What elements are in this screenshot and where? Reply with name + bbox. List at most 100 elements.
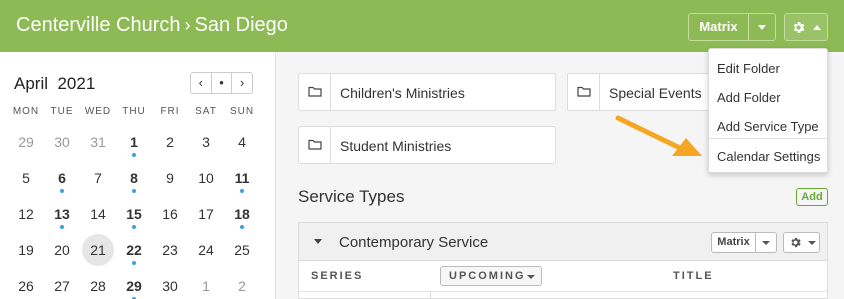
folder-icon-cell (568, 74, 600, 110)
prev-month-button[interactable]: ‹ (191, 73, 211, 93)
gear-icon (793, 22, 805, 33)
settings-dropdown-menu: Edit Folder Add Folder Add Service Type … (708, 48, 828, 173)
calendar-day[interactable]: 30 (46, 126, 78, 158)
calendar-day[interactable]: 29 (10, 126, 42, 158)
breadcrumb-separator: › (184, 15, 191, 35)
column-header-upcoming[interactable]: UPCOMING (440, 266, 542, 286)
weekday-header: FRI (160, 106, 180, 117)
upcoming-label: UPCOMING (449, 270, 526, 282)
calendar-day[interactable]: 11 (226, 162, 258, 194)
service-matrix-button[interactable]: Matrix (711, 232, 756, 253)
calendar-day-number: 30 (162, 278, 178, 294)
calendar-day-number: 30 (54, 134, 70, 150)
menu-item-add-service-type[interactable]: Add Service Type (717, 119, 819, 134)
matrix-button[interactable]: Matrix (688, 13, 748, 41)
calendar-day[interactable]: 10 (190, 162, 222, 194)
calendar-day[interactable]: 1 (118, 126, 150, 158)
calendar-day[interactable]: 20 (46, 234, 78, 266)
calendar-day[interactable]: 13 (46, 198, 78, 230)
calendar-day-number: 25 (234, 242, 250, 258)
folder-icon (577, 86, 591, 97)
weekday-header: THU (122, 106, 146, 117)
folder-label: Student Ministries (340, 138, 452, 154)
event-dot-icon (132, 153, 136, 157)
event-dot-icon (132, 261, 136, 265)
service-type-name[interactable]: Contemporary Service (339, 234, 488, 251)
calendar-day[interactable]: 15 (118, 198, 150, 230)
folder-special-events[interactable]: Special Events (567, 73, 710, 111)
chevron-down-icon (762, 241, 770, 245)
calendar-day[interactable]: 8 (118, 162, 150, 194)
calendar-day[interactable]: 9 (154, 162, 186, 194)
column-header-series[interactable]: SERIES (311, 270, 363, 282)
calendar-day[interactable]: 21 (82, 234, 114, 266)
calendar-day[interactable]: 2 (154, 126, 186, 158)
column-header-title[interactable]: TITLE (673, 270, 714, 282)
menu-item-add-folder[interactable]: Add Folder (717, 90, 781, 105)
calendar-day[interactable]: 16 (154, 198, 186, 230)
calendar-day[interactable]: 22 (118, 234, 150, 266)
calendar-day[interactable]: 23 (154, 234, 186, 266)
settings-menu-button[interactable] (784, 13, 828, 41)
service-type-header: Contemporary Service Matrix (299, 223, 827, 261)
menu-item-edit-folder[interactable]: Edit Folder (717, 61, 780, 76)
calendar-day[interactable]: 17 (190, 198, 222, 230)
calendar-day[interactable]: 25 (226, 234, 258, 266)
add-service-type-button[interactable]: Add (796, 188, 828, 206)
calendar-day-number: 29 (18, 134, 34, 150)
calendar-day[interactable]: 4 (226, 126, 258, 158)
calendar-day[interactable]: 18 (226, 198, 258, 230)
calendar-day[interactable]: 19 (10, 234, 42, 266)
calendar-day-number: 26 (18, 278, 34, 294)
collapse-toggle-icon[interactable] (314, 239, 322, 244)
breadcrumb-org[interactable]: Centerville Church (16, 14, 181, 36)
folder-label: Special Events (609, 85, 702, 101)
calendar-day[interactable]: 26 (10, 270, 42, 299)
chevron-down-icon (758, 25, 766, 30)
service-types-heading: Service Types (298, 187, 405, 206)
calendar-day-number: 20 (54, 242, 70, 258)
calendar-day[interactable]: 1 (190, 270, 222, 299)
calendar-day-number: 16 (162, 206, 178, 222)
calendar-year: 2021 (57, 74, 96, 93)
calendar-day-number: 2 (238, 278, 246, 294)
chevron-down-icon (527, 275, 535, 279)
calendar-day[interactable]: 27 (46, 270, 78, 299)
next-month-button[interactable]: › (231, 73, 252, 93)
calendar-day[interactable]: 7 (82, 162, 114, 194)
menu-item-calendar-settings[interactable]: Calendar Settings (717, 149, 820, 164)
calendar-day[interactable]: 5 (10, 162, 42, 194)
calendar-day-number: 18 (234, 206, 250, 222)
calendar-sidebar: April 2021 ‹ • › MON TUE WED THU FRI SAT SUN 29… (0, 52, 276, 299)
folder-icon (308, 139, 322, 150)
event-dot-icon (240, 189, 244, 193)
folder-label: Children's Ministries (340, 85, 465, 101)
calendar-day-number: 1 (130, 134, 138, 150)
calendar-day[interactable]: 6 (46, 162, 78, 194)
calendar-day[interactable]: 3 (190, 126, 222, 158)
calendar-day[interactable]: 31 (82, 126, 114, 158)
folder-childrens-ministries[interactable]: Children's Ministries (298, 73, 556, 111)
calendar-day[interactable]: 12 (10, 198, 42, 230)
calendar-day[interactable]: 28 (82, 270, 114, 299)
folder-student-ministries[interactable]: Student Ministries (298, 126, 556, 164)
folder-icon (308, 86, 322, 97)
service-matrix-dropdown-toggle[interactable] (756, 232, 777, 253)
matrix-dropdown-toggle[interactable] (748, 13, 776, 41)
calendar-day-number: 10 (198, 170, 214, 186)
calendar-day-number: 6 (58, 170, 66, 186)
service-settings-button[interactable] (783, 232, 820, 253)
today-button[interactable]: • (210, 73, 232, 93)
calendar-day-number: 12 (18, 206, 34, 222)
calendar-day[interactable]: 24 (190, 234, 222, 266)
event-dot-icon (132, 189, 136, 193)
calendar-day-number: 3 (202, 134, 210, 150)
weekday-header: WED (84, 106, 112, 117)
calendar-day[interactable]: 14 (82, 198, 114, 230)
calendar-day[interactable]: 30 (154, 270, 186, 299)
calendar-day[interactable]: 29 (118, 270, 150, 299)
event-dot-icon (60, 189, 64, 193)
event-dot-icon (60, 225, 64, 229)
calendar-day-number: 9 (166, 170, 174, 186)
calendar-day[interactable]: 2 (226, 270, 258, 299)
